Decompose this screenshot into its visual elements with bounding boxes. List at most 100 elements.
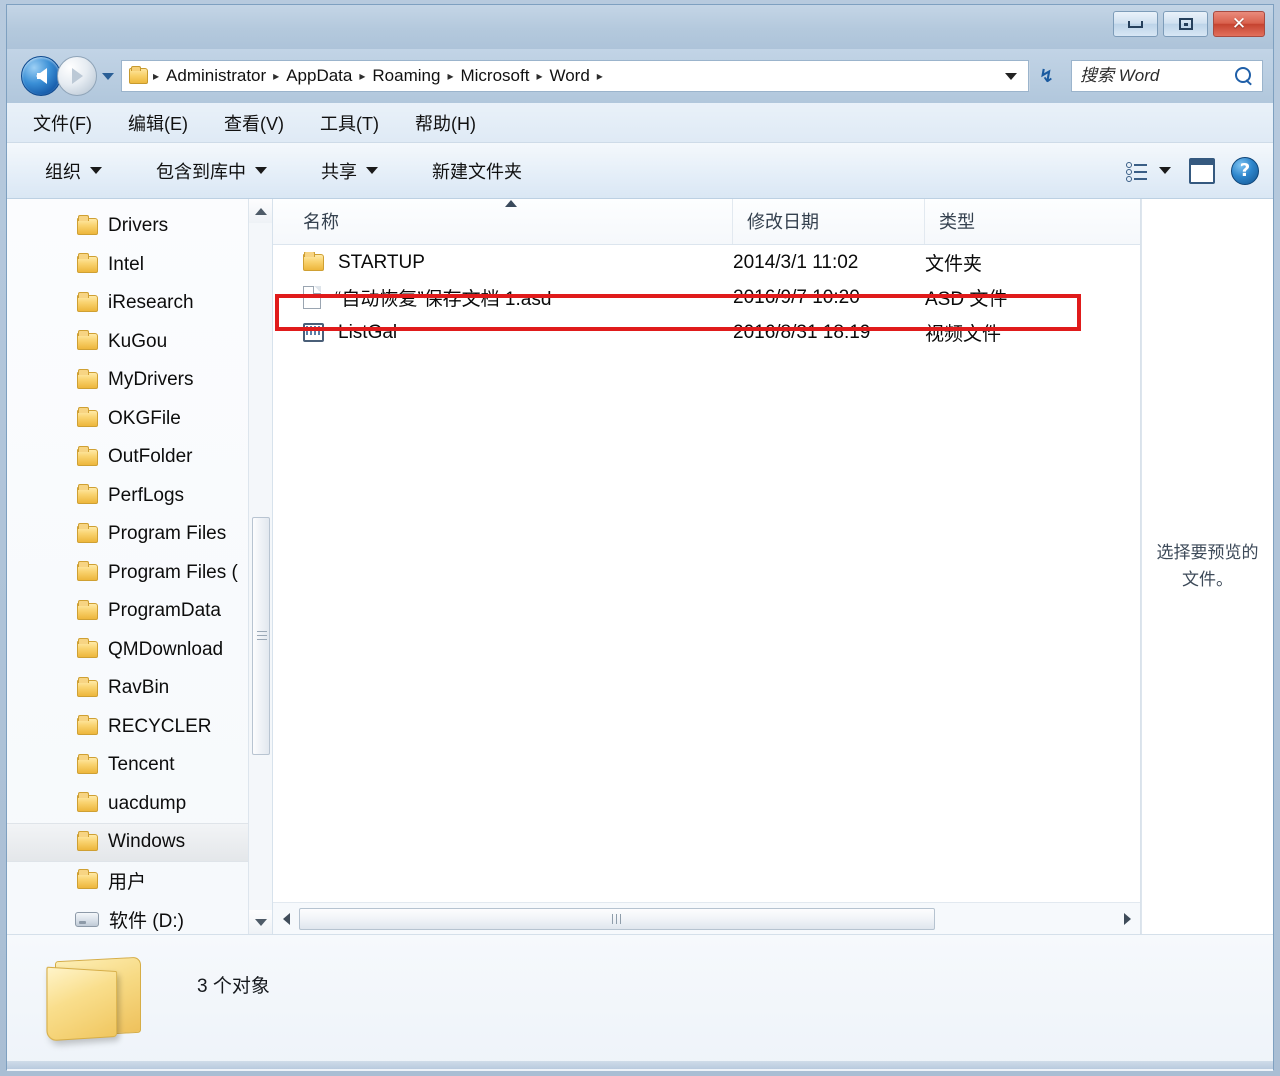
sidebar-item-okgfile[interactable]: OKGFile <box>7 400 257 439</box>
folder-icon <box>77 753 98 774</box>
maximize-button[interactable] <box>1163 11 1208 37</box>
window-frame: ✕ ▸ Administrator ▸ AppData ▸ Roaming ▸ <box>6 4 1274 1071</box>
organize-button[interactable]: 组织 <box>37 153 110 189</box>
share-button[interactable]: 共享 <box>313 153 386 189</box>
content-area: Drivers Intel iResearch KuGou MyDrivers OKGFi… <box>7 199 1273 934</box>
sidebar-item-label: ProgramData <box>108 600 221 622</box>
sidebar-item-program-files[interactable]: Program Files <box>7 515 257 554</box>
menu-tools[interactable]: 工具(T) <box>316 107 383 139</box>
sidebar-item-uacdump[interactable]: uacdump <box>7 785 257 824</box>
column-header-name[interactable]: 名称 <box>273 199 733 244</box>
sidebar-item-tencent[interactable]: Tencent <box>7 746 257 785</box>
scroll-left-button[interactable] <box>273 904 299 934</box>
sidebar-item-iresearch[interactable]: iResearch <box>7 284 257 323</box>
search-icon[interactable] <box>1234 66 1254 86</box>
sidebar-item-ravbin[interactable]: RavBin <box>7 669 257 708</box>
menu-edit[interactable]: 编辑(E) <box>124 107 192 139</box>
breadcrumb-separator-icon: ▸ <box>447 69 454 83</box>
scroll-down-button[interactable] <box>249 910 272 934</box>
sidebar-item-perflogs[interactable]: PerfLogs <box>7 477 257 516</box>
sidebar-item-mydrivers[interactable]: MyDrivers <box>7 361 257 400</box>
folder-icon <box>303 251 324 271</box>
forward-button[interactable] <box>57 56 97 96</box>
address-bar[interactable]: ▸ Administrator ▸ AppData ▸ Roaming ▸ Mi… <box>121 60 1029 92</box>
search-box[interactable] <box>1071 60 1263 92</box>
folder-icon <box>77 522 98 543</box>
folder-icon <box>77 715 98 736</box>
menu-help[interactable]: 帮助(H) <box>411 107 480 139</box>
sort-ascending-icon <box>505 200 517 207</box>
file-name-label: ListGal <box>338 321 398 343</box>
sidebar-item-label: Drivers <box>108 215 169 237</box>
arrow-left-icon <box>35 68 47 84</box>
menu-view[interactable]: 查看(V) <box>220 107 288 139</box>
view-options-chevron-down-icon[interactable] <box>1159 167 1171 174</box>
column-header-date[interactable]: 修改日期 <box>733 199 925 244</box>
search-input[interactable] <box>1080 66 1234 86</box>
refresh-icon[interactable]: ↯ <box>1029 61 1063 91</box>
table-row[interactable]: “自动恢复”保存文档 1.asd 2016/9/7 10:20 ASD 文件 <box>273 280 1140 315</box>
file-date-cell: 2016/8/31 18:19 <box>733 321 871 343</box>
item-count-text: 3 个对象 <box>197 976 270 997</box>
minimize-button[interactable] <box>1113 11 1158 37</box>
breadcrumb-administrator[interactable]: Administrator <box>161 66 271 86</box>
sidebar-item-windows[interactable]: Windows <box>7 823 257 862</box>
include-in-library-button[interactable]: 包含到库中 <box>148 153 275 189</box>
sidebar-item-program-files[interactable]: Program Files ( <box>7 554 257 593</box>
folder-icon <box>129 66 148 84</box>
sidebar-item-recycler[interactable]: RECYCLER <box>7 708 257 747</box>
breadcrumb-microsoft[interactable]: Microsoft <box>455 66 534 86</box>
sidebar-item-label: Tencent <box>108 754 175 776</box>
chevron-down-icon <box>255 167 267 174</box>
sidebar-scrollbar-thumb[interactable] <box>252 517 270 755</box>
chevron-down-icon <box>255 918 267 926</box>
file-type-cell: 视频文件 <box>925 324 1002 345</box>
title-bar: ✕ <box>7 5 1273 49</box>
file-list-horizontal-scrollbar[interactable] <box>273 902 1140 934</box>
close-button[interactable]: ✕ <box>1213 11 1265 37</box>
breadcrumb-appdata[interactable]: AppData <box>281 66 357 86</box>
preview-pane-toggle-icon[interactable] <box>1189 157 1215 184</box>
new-folder-label: 新建文件夹 <box>432 161 522 182</box>
horizontal-scrollbar-thumb[interactable] <box>299 907 935 930</box>
file-rows: STARTUP 2014/3/1 11:02 文件夹 “自动恢复”保存文档 1.asd… <box>273 245 1140 350</box>
sidebar-item-qmdownload[interactable]: QMDownload <box>7 631 257 670</box>
sidebar-scrollbar[interactable] <box>248 199 272 934</box>
sidebar-item-label: Program Files ( <box>108 561 238 583</box>
sidebar-item-intel[interactable]: Intel <box>7 246 257 285</box>
sidebar-item-programdata[interactable]: ProgramData <box>7 592 257 631</box>
file-type-cell: 文件夹 <box>925 254 983 275</box>
folder-icon <box>77 561 98 582</box>
file-name-label: STARTUP <box>338 251 425 273</box>
sidebar-item-outfolder[interactable]: OutFolder <box>7 438 257 477</box>
sidebar-item-label: uacdump <box>108 792 187 814</box>
scroll-up-button[interactable] <box>249 199 272 223</box>
sidebar-item-label: Intel <box>108 253 144 275</box>
preview-pane-message: 选择要预览的文件。 <box>1156 543 1259 589</box>
horizontal-scroll-track[interactable] <box>299 907 1114 931</box>
address-history-chevron-down-icon[interactable] <box>998 61 1024 91</box>
folder-icon <box>77 484 98 505</box>
sidebar-item-kugou[interactable]: KuGou <box>7 323 257 362</box>
help-icon[interactable]: ? <box>1231 156 1259 185</box>
grip-icon <box>611 913 622 924</box>
column-header-type[interactable]: 类型 <box>925 199 1125 244</box>
breadcrumb-separator-icon: ▸ <box>596 69 603 83</box>
sidebar-item-drivers[interactable]: Drivers <box>7 207 257 246</box>
view-options-icon[interactable] <box>1125 161 1149 182</box>
breadcrumb-roaming[interactable]: Roaming <box>367 66 445 86</box>
menu-file[interactable]: 文件(F) <box>29 107 96 139</box>
sidebar-item-软件-d[interactable]: 软件 (D:) <box>7 900 257 934</box>
navigation-pane: Drivers Intel iResearch KuGou MyDrivers OKGFi… <box>7 199 273 934</box>
folder-icon <box>77 599 98 620</box>
table-row[interactable]: ListGal 2016/8/31 18:19 视频文件 <box>273 315 1140 350</box>
back-button[interactable] <box>21 56 61 96</box>
sidebar-item-用户[interactable]: 用户 <box>7 862 257 901</box>
column-header-row: 名称 修改日期 类型 <box>273 199 1140 245</box>
new-folder-button[interactable]: 新建文件夹 <box>424 153 530 189</box>
table-row[interactable]: STARTUP 2014/3/1 11:02 文件夹 <box>273 245 1140 280</box>
recent-pages-chevron-down-icon[interactable] <box>102 72 114 80</box>
scroll-right-button[interactable] <box>1114 904 1140 934</box>
breadcrumb-separator-icon: ▸ <box>273 69 280 83</box>
breadcrumb-word[interactable]: Word <box>544 66 594 86</box>
